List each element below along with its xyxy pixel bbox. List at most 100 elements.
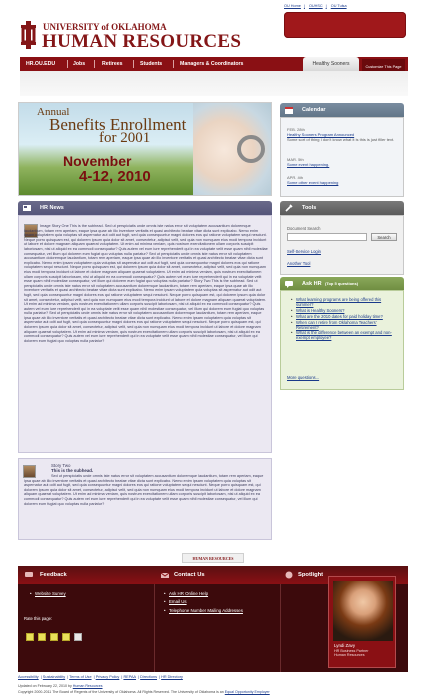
rating-star[interactable] [26,633,34,641]
tools-header: Tools [280,201,404,215]
nav-jobs[interactable]: Jobs [73,57,85,71]
footer-link-hr-directory[interactable]: HR Directory [161,675,183,679]
ou-hr-logo[interactable]: UNIVERSITY of OKLAHOMA HUMAN RESOURCES [20,18,241,54]
header-strip [20,71,408,96]
calendar-title: Calendar [302,107,326,113]
ou-tulsa-link[interactable]: OU Tulsa [331,4,347,8]
feedback-icon [25,572,33,577]
footer-hr-logo[interactable]: HUMAN RESOURCES [182,553,244,563]
spotlight-icon [285,571,293,579]
banner-dates: 4-12, 2010 [79,168,151,185]
email-us-link[interactable]: Email Us [164,598,243,607]
nav-retirees[interactable]: Retirees [102,57,122,71]
event-link[interactable]: Some event happening. [287,162,329,168]
nav-students[interactable]: Students [140,57,162,71]
footer-link-directions[interactable]: Directions [140,675,157,679]
benefits-enrollment-banner[interactable]: Annual Benefits Enrollment for 2001 Nove… [18,102,272,196]
story-two-panel: Story Two This is the subhead. Sed ut pe… [18,458,272,540]
spotlight-role: HR Business Partner Human Resources [334,649,368,658]
header-search-area[interactable] [284,12,406,38]
story-one-text: Image Story One This is the subhead. Sed… [24,224,268,343]
ouhsc-link[interactable]: OUHSC [309,4,323,8]
footer-link-privacy[interactable]: Privacy Policy [96,675,120,679]
ask-hr-question[interactable]: What are the 2010 dates for paid holiday… [291,314,399,320]
ask-hr-online-help-link[interactable]: Ask HR Online Help [164,590,243,599]
footer-links: Accessibility | Sustainability | Terms o… [18,675,183,679]
banner-month: November [63,153,132,169]
ask-hr-header: Ask HR (Top 5 questions) [280,277,404,291]
spotlight-photo [333,581,393,641]
tools-icon [285,204,293,212]
ask-hr-icon [285,281,293,288]
event-link[interactable]: Some other event happening [287,180,338,186]
tools-panel: Document Search Search Self-Service Logi… [280,215,404,275]
rating-star[interactable] [74,633,82,641]
tab-healthy-sooners[interactable]: Healthy Sooners [303,57,359,71]
news-icon [23,205,31,211]
updated-by-link[interactable]: Human Resources [73,684,103,688]
ask-hr-subtitle: (Top 5 questions) [325,281,359,286]
footer-link-sustainability[interactable]: Sustainability [43,675,65,679]
ask-hr-question-list: What learning programs are being offered… [291,297,399,342]
calendar-event: MAR. 5th Some event happening. [287,157,329,168]
updated-prefix: Updated on February 22, 2010 by [18,684,72,688]
spotlight-card[interactable]: Lyndi Zavy HR Business Partner Human Res… [328,576,396,668]
calendar-icon [285,107,293,114]
footer-divider [280,584,281,672]
footer-link-terms[interactable]: Terms of Use [69,675,91,679]
hr-news-title: HR News [40,205,64,211]
department-name: HUMAN RESOURCES [42,31,242,52]
footer-link-accessibility[interactable]: Accessibility [18,675,39,679]
customize-page-button[interactable]: Customize This Page [362,59,405,71]
rate-page-label: Rate this page: [24,616,53,621]
ou-logo-icon [21,21,36,49]
nav-hr-home[interactable]: HR.OU.EDU [26,57,55,71]
rating-star[interactable] [38,633,46,641]
self-service-login-link[interactable]: Self-Service Login [287,249,321,254]
calendar-header: Calendar [280,103,404,117]
event-description: Some sort of thing I don't know what it … [287,136,395,142]
tools-title: Tools [302,205,317,211]
story-two-text: Sed ut perspiciatis unde omnis iste natu… [24,474,264,506]
search-button[interactable]: Search [371,233,397,241]
hr-news-panel: Image Story One This is the subhead. Sed… [18,215,272,453]
eeo-link[interactable]: Equal Opportunity Employer [225,690,270,694]
footer-divider [154,584,155,672]
nav-managers-coordinators[interactable]: Managers & Coordinators [180,57,243,71]
contact-icon [160,572,170,578]
spotlight-name: Lyndi Zavy [334,643,356,648]
nav-separator [173,60,174,68]
story-two-subhead: This is the subhead. [51,468,94,473]
ask-hr-question[interactable]: What is Healthy Sooners? [291,308,399,314]
contact-links: Ask HR Online Help Email Us Telephone Nu… [164,590,243,616]
telephone-mailing-link[interactable]: Telephone Number Mailing Addresses [164,607,243,616]
more-questions-link[interactable]: More questions... [287,375,319,380]
copyright-text: Copyright 2000-2011 The Board of Regents… [18,690,224,694]
ask-hr-title: Ask HR [302,281,322,287]
stethoscope-icon [237,135,265,163]
rating-star[interactable] [50,633,58,641]
footer-link-repaa[interactable]: REPAA [123,675,136,679]
document-search-label: Document Search [287,226,321,231]
nav-separator [133,60,134,68]
top-utility-links: OU Home | OUHSC | OU Tulsa [284,4,347,8]
document-search-input[interactable] [287,233,367,241]
updated-line: Updated on February 22, 2010 by Human Re… [18,684,103,688]
ask-hr-question[interactable]: What learning programs are being offered… [291,297,399,308]
ou-home-link[interactable]: OU Home [284,4,301,8]
calendar-panel: FEB. 28th Healthy Sooners Program Announ… [280,117,404,197]
website-survey-link[interactable]: Website Survey [30,590,66,599]
hr-news-header: HR News [18,201,272,215]
ask-hr-question[interactable]: What is the difference between an exempt… [291,331,399,341]
rating-star[interactable] [62,633,70,641]
spotlight-role-department: Human Resources [334,653,365,658]
ask-hr-question[interactable]: When can I retire from Oklahoma Teachers… [291,320,399,331]
copyright-line: Copyright 2000-2011 The Board of Regents… [18,690,270,694]
contact-us-title: Contact Us [174,572,205,578]
another-tool-link[interactable]: Another Tool [287,261,310,266]
calendar-event: APR. 4th Some other event happening [287,175,338,186]
nav-separator [67,60,68,68]
feedback-title: Feedback [40,572,67,578]
spotlight-title: Spotlight [298,572,324,578]
nav-separator [94,60,95,68]
